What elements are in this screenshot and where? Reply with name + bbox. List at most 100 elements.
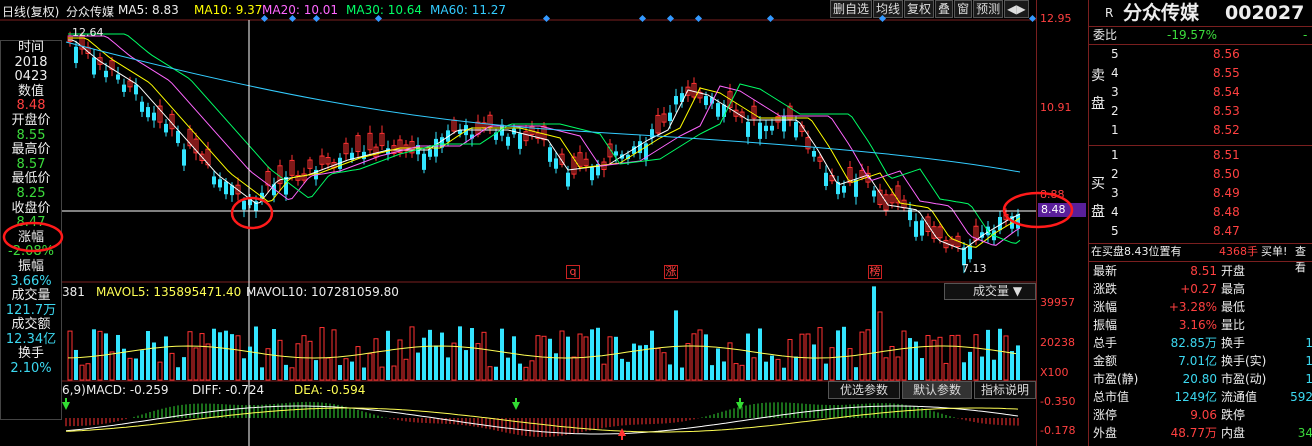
info-value-low: 8.25 [16,185,46,201]
axis-macd-low: -0.178 [1040,424,1076,437]
stat-value: +3.28% [1168,300,1217,314]
event-tag-q[interactable]: q [566,265,580,279]
stat-row: 总市值 1249亿 流通值 592 [1089,389,1312,405]
buy-level-index: 5 [1111,224,1119,238]
stat-row: 总手 82.85万 换手 1 [1089,335,1312,351]
weibi-label: 委比 [1093,28,1118,42]
buy-level-row[interactable]: 3 8.49 [1089,185,1312,201]
info-label-close: 收盘价 [11,200,51,216]
stat-value: 48.77万 [1170,426,1217,440]
stat-right-label: 最高 [1221,282,1246,296]
stat-row: 外盘 48.77万 内盘 34 [1089,425,1312,441]
sell-level-row[interactable]: 3 8.54 [1089,84,1312,100]
axis-price-low: 8.88 [1040,188,1065,201]
sell-level-row[interactable]: 5 8.56 [1089,46,1312,62]
stat-label: 涨跌 [1093,282,1118,296]
tab-default-params[interactable]: 默认参数 [902,381,972,399]
sell-level-index: 3 [1111,85,1119,99]
mavol5-label: MAVOL5: 135895471.40 [96,285,242,299]
stat-label: 涨幅 [1093,300,1118,314]
stat-label: 市盈(静) [1093,372,1139,386]
stat-value: 82.85万 [1170,336,1217,350]
sell-level-price: 8.56 [1213,47,1240,61]
buy-level-row[interactable]: 4 8.48 [1089,204,1312,220]
kline-chart[interactable] [0,0,1036,446]
stat-value: 20.80 [1182,372,1217,386]
weibi-right: - [1303,28,1308,42]
buy-level-price: 8.47 [1213,224,1240,238]
axis-price-top: 12.95 [1040,12,1072,25]
macd-header: 6,9) MACD: -0.259 DIFF: -0.724 DEA: -0.5… [62,383,822,397]
macd-param: 6,9) [62,383,86,397]
buy-level-price: 8.51 [1213,148,1240,162]
buy-level-index: 4 [1111,205,1119,219]
ticker-tail: 买单! [1261,245,1288,258]
low-price-mark: 7.13 [962,262,987,275]
event-tag-rise[interactable]: 涨 [664,265,678,279]
mavol10-label: MAVOL10: 107281059.80 [246,285,399,299]
volume-header: 381 MAVOL5: 135895471.40 MAVOL10: 107281… [62,284,1036,299]
event-tag-list[interactable]: 榜 [868,265,882,279]
stat-right-value: 1 [1305,372,1312,386]
dea-value: DEA: -0.594 [294,383,366,397]
info-value-turnover: 12.34亿 [5,331,57,347]
axis-crosshair-price: 8.48 [1038,203,1086,217]
chevron-down-icon: ▼ [1012,284,1023,298]
sell-level-row[interactable]: 1 8.52 [1089,122,1312,138]
stat-label: 最新 [1093,264,1118,278]
buy-level-row[interactable]: 5 8.47 [1089,223,1312,239]
sell-level-price: 8.54 [1213,85,1240,99]
volume-left-value: 381 [62,285,85,299]
axis-vol-mid: 20238 [1040,336,1075,349]
info-value-close: 8.47 [16,215,46,231]
info-value-value: 8.48 [16,98,46,114]
info-label-high: 最高价 [11,142,51,158]
stat-right-value: 34 [1297,426,1312,440]
buy-level-index: 2 [1111,167,1119,181]
stat-row: 最新 8.51 开盘 [1089,263,1312,279]
stat-label: 涨停 [1093,408,1118,422]
stat-value: 3.16% [1178,318,1217,332]
buy-level-index: 1 [1111,148,1119,162]
stat-value: +0.27 [1180,282,1217,296]
stat-row: 市盈(静) 20.80 市盈(动) 1 [1089,371,1312,387]
tab-indicator-help[interactable]: 指标说明 [974,381,1036,399]
stat-label: 外盘 [1093,426,1118,440]
info-label-volume: 成交量 [11,288,51,304]
stat-right-label: 开盘 [1221,264,1246,278]
axis-vol-top: 39957 [1040,296,1075,309]
tab-optimal-params[interactable]: 优选参数 [828,381,900,399]
info-label-low: 最低价 [11,171,51,187]
crosshair-info-panel: 时间 2018 0423 数值 8.48 开盘价 8.55 最高价 8.57 最… [0,40,62,420]
stat-row: 振幅 3.16% 量比 [1089,317,1312,333]
sell-level-row[interactable]: 4 8.55 [1089,65,1312,81]
stat-label: 振幅 [1093,318,1118,332]
indicator-dropdown-value: 成交量 [973,284,1010,298]
sell-level-row[interactable]: 2 8.53 [1089,103,1312,119]
indicator-dropdown[interactable]: 成交量 ▼ [944,283,1036,300]
sell-level-price: 8.53 [1213,104,1240,118]
quote-stock-name: 分众传媒 [1123,2,1200,24]
stat-value: 1249亿 [1174,390,1217,404]
buy-level-row[interactable]: 1 8.51 [1089,147,1312,163]
quote-panel: R 分众传媒 002027 委比 -19.57% - 卖盘 5 8.56 4 8.55… [1088,0,1312,446]
info-label-turnover-rate: 换手 [17,346,44,362]
high-price-mark: 12.64 [72,26,104,39]
stat-row: 涨幅 +3.28% 最低 [1089,299,1312,315]
info-label-turnover: 成交额 [11,317,51,333]
ticker-volume: 4368手 [1219,245,1258,258]
sell-level-price: 8.55 [1213,66,1240,80]
stat-label: 总市值 [1093,390,1130,404]
info-value-turnover-rate: 2.10% [10,361,52,377]
quote-stock-code: 002027 [1225,2,1305,24]
stat-label: 金额 [1093,354,1118,368]
info-value-amplitude: 3.66% [10,273,52,289]
stat-right-label: 流通值 [1221,390,1258,404]
stat-row: 涨停 9.06 跌停 [1089,407,1312,423]
buy-level-row[interactable]: 2 8.50 [1089,166,1312,182]
info-label-open: 开盘价 [11,112,51,128]
info-label-change: 涨幅 [17,229,44,245]
price-axis: 12.95 10.91 8.88 8.48 39957 20238 X100 -… [1036,0,1088,446]
axis-macd-top: -0.350 [1040,395,1076,408]
stat-right-value: 1 [1305,336,1312,350]
